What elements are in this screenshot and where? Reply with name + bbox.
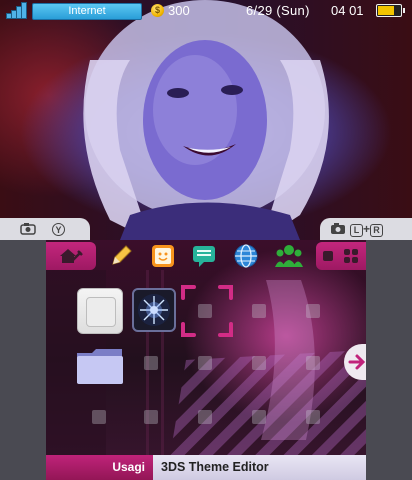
user-name: Usagi — [46, 455, 153, 480]
layout-toggle[interactable] — [316, 242, 366, 270]
empty-slot[interactable] — [252, 304, 266, 318]
starburst-app-icon[interactable] — [132, 288, 176, 332]
camera-icon — [330, 222, 346, 238]
arrow-right-icon — [348, 354, 366, 370]
battery-level — [378, 6, 394, 15]
friend-list-button[interactable] — [274, 243, 304, 269]
home-settings-button[interactable] — [46, 242, 96, 270]
empty-slot[interactable] — [198, 410, 212, 424]
pencil-icon — [112, 245, 132, 265]
status-bar: Internet $ 300 6/29 (Sun) 04 01 — [0, 0, 412, 22]
plus-sign: + — [363, 222, 371, 236]
bottom-screen: Usagi 3DS Theme Editor — [46, 240, 366, 480]
y-button-icon: Y — [52, 223, 65, 236]
speech-bubble-icon — [193, 246, 215, 267]
miiverse-face-icon — [152, 245, 174, 267]
r-button-icon: R — [370, 224, 384, 237]
empty-slot[interactable] — [144, 356, 158, 370]
empty-slot[interactable] — [306, 356, 320, 370]
date-display: 6/29 (Sun) — [246, 3, 310, 18]
top-screen-photo — [83, 0, 329, 240]
friends-icon — [275, 245, 303, 267]
selection-cursor — [181, 285, 233, 337]
blank-app-icon[interactable] — [77, 288, 123, 334]
l-button-icon: L — [350, 224, 363, 237]
miiverse-button[interactable] — [150, 243, 176, 269]
internet-globe-icon — [234, 244, 258, 268]
folder-icon[interactable] — [76, 347, 124, 385]
screen-divider: Y L + R — [0, 218, 412, 240]
internet-browser-button[interactable] — [233, 243, 259, 269]
empty-slot[interactable] — [144, 410, 158, 424]
grid-icon — [344, 249, 358, 263]
battery-icon — [376, 4, 405, 17]
notifications-button[interactable] — [191, 243, 217, 269]
small-square-icon — [323, 251, 333, 261]
screenshot-shortcut-tab[interactable]: L + R — [320, 218, 412, 240]
play-coin-icon: $ — [151, 4, 164, 17]
home-settings-icon — [60, 249, 83, 263]
time-display: 04 01 — [331, 3, 364, 18]
play-coin-count: 300 — [168, 3, 190, 18]
empty-slot[interactable] — [252, 410, 266, 424]
top-screen: Internet $ 300 6/29 (Sun) 04 01 — [0, 0, 412, 240]
camera-shortcut-tab[interactable]: Y — [0, 218, 90, 240]
app-title: 3DS Theme Editor — [153, 455, 366, 480]
home-toolbar — [46, 240, 366, 272]
wifi-signal-icon — [6, 2, 30, 19]
empty-slot[interactable] — [306, 304, 320, 318]
empty-slot[interactable] — [198, 356, 212, 370]
theme-name-bar: Usagi 3DS Theme Editor — [46, 455, 366, 480]
empty-slot[interactable] — [92, 410, 106, 424]
network-status: Internet — [32, 3, 142, 20]
empty-slot[interactable] — [252, 356, 266, 370]
camera-icon — [20, 222, 38, 238]
notes-button[interactable] — [108, 243, 134, 269]
empty-slot[interactable] — [306, 410, 320, 424]
